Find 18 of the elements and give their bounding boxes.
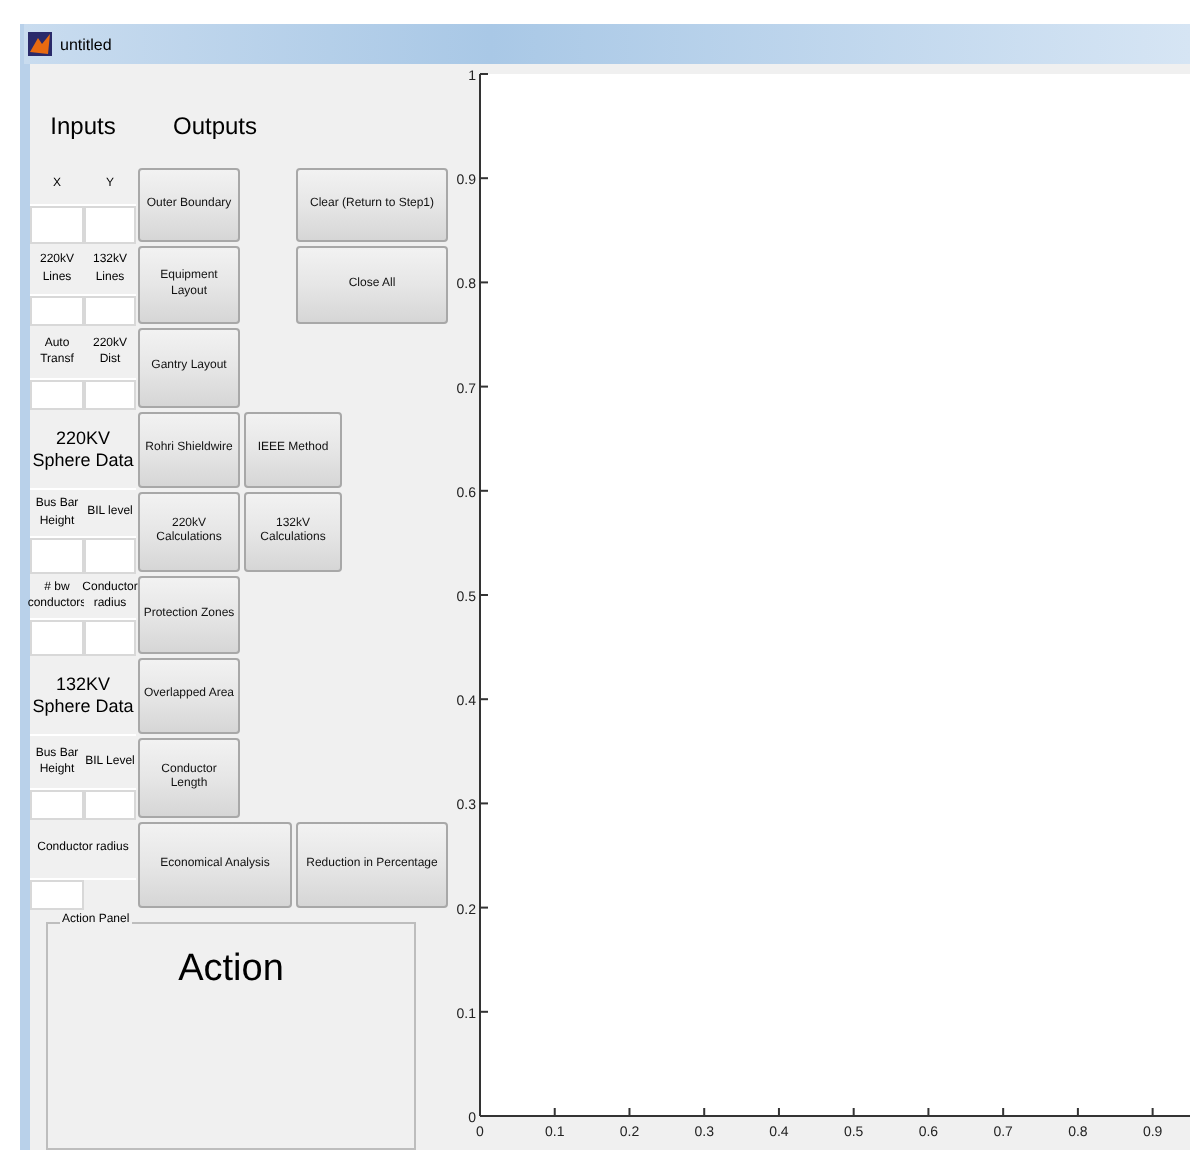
section-heading: Outputs <box>170 110 260 140</box>
input-field[interactable] <box>30 790 84 820</box>
input-field[interactable] <box>84 620 136 656</box>
section-heading: Inputs <box>48 110 118 140</box>
window-title: untitled <box>60 35 112 53</box>
input-field[interactable] <box>84 380 136 410</box>
input-field[interactable] <box>84 206 136 244</box>
input-field[interactable] <box>30 620 84 656</box>
action-text: Action <box>178 948 284 994</box>
input-field[interactable] <box>30 538 84 574</box>
app-icon <box>28 32 52 56</box>
input-field[interactable] <box>84 538 136 574</box>
input-field[interactable] <box>30 296 84 326</box>
input-field[interactable] <box>84 296 136 326</box>
input-field[interactable] <box>30 206 84 244</box>
input-field[interactable] <box>30 380 84 410</box>
input-field[interactable] <box>84 790 136 820</box>
input-field[interactable] <box>30 880 84 910</box>
